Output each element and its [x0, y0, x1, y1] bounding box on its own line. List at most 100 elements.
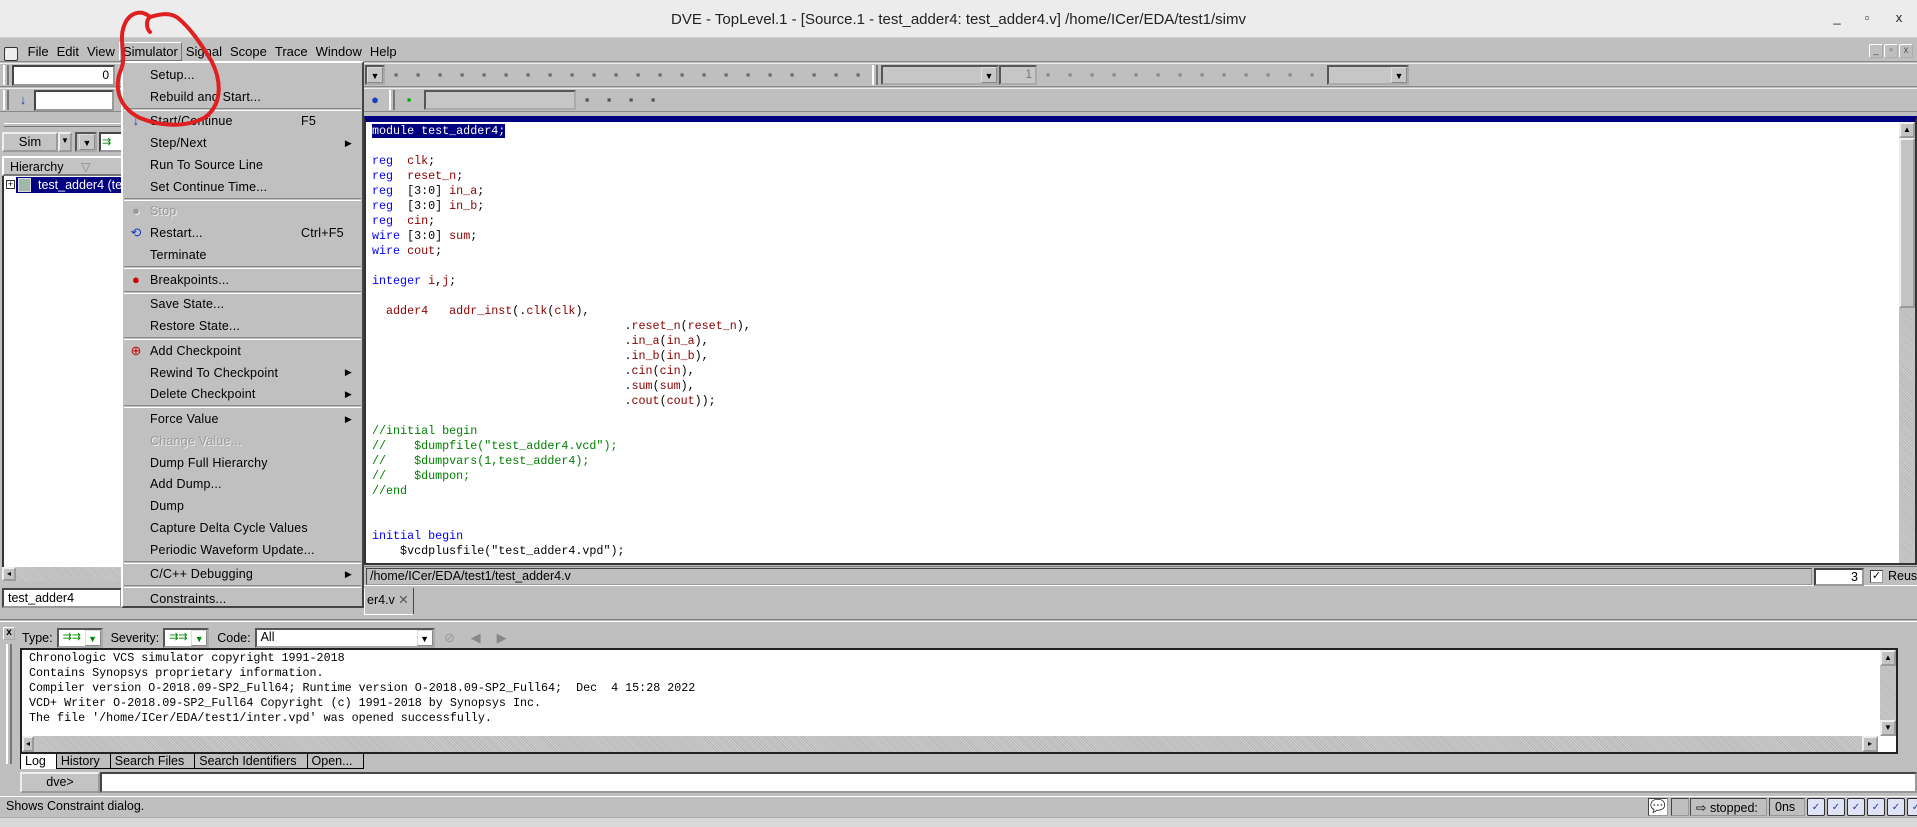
binoculars-next-icon[interactable]: ▪ [409, 66, 427, 84]
list-view-toggle-icon[interactable]: ✓ [1807, 798, 1825, 816]
upload-icon[interactable]: ▪ [541, 66, 559, 84]
tab-search-identifiers[interactable]: Search Identifiers [194, 754, 307, 769]
checkpoint-combo[interactable] [424, 90, 576, 110]
prev-marker-icon[interactable]: ▪ [1237, 66, 1255, 84]
scroll-left-icon[interactable]: ◂ [22, 736, 34, 752]
pane-splitter[interactable] [0, 619, 1917, 622]
source-code[interactable]: module test_adder4; reg clk; reg reset_n; r… [372, 124, 751, 559]
child-minimize-icon[interactable]: _ [1869, 44, 1883, 58]
reuse-checkbox[interactable]: ✓ [1870, 570, 1883, 583]
prev-message-icon[interactable]: ◀ [467, 629, 485, 647]
stop-marker-icon[interactable]: ▪ [1281, 66, 1299, 84]
code-combo[interactable]: All ▼ [254, 628, 435, 648]
zoom-fit-icon[interactable]: ▪ [1127, 66, 1145, 84]
type-combo[interactable]: ⇉⇉ ▼ [56, 628, 103, 648]
menu-item-periodic-waveform-update[interactable]: Periodic Waveform Update... [123, 539, 362, 561]
close-button[interactable]: x [1890, 10, 1908, 28]
prev-checkpoint-icon[interactable]: ▪ [578, 91, 596, 109]
scroll-up-icon[interactable]: ▲ [1880, 650, 1896, 666]
source-view[interactable]: module test_adder4; reg clk; reg reset_n; r… [364, 116, 1917, 565]
log-horizontal-scrollbar[interactable]: ◂ ▸ [22, 736, 1878, 752]
menu-item-dump-full-hierarchy[interactable]: Dump Full Hierarchy [123, 452, 362, 474]
hierarchy-view-icon[interactable]: ▪ [629, 66, 647, 84]
find-icon[interactable]: ▪ [805, 66, 823, 84]
grid-icon[interactable]: ▪ [1303, 66, 1321, 84]
tab-log[interactable]: Log [20, 754, 56, 769]
nand-gate-icon[interactable]: ▪ [453, 66, 471, 84]
list-view-icon[interactable]: ▪ [717, 66, 735, 84]
toolbar-handle[interactable] [872, 65, 878, 85]
trace-driver-icon[interactable]: ▪ [761, 66, 779, 84]
mux-icon[interactable]: ▪ [497, 66, 515, 84]
marker-icon[interactable]: ▪ [1215, 66, 1233, 84]
next-message-icon[interactable]: ▶ [493, 629, 511, 647]
log-vertical-scrollbar[interactable]: ▲ ▼ [1880, 650, 1896, 736]
menu-item-terminate[interactable]: Terminate [123, 244, 362, 266]
wave-toggle-icon[interactable]: ✓ [1867, 798, 1885, 816]
signal-combo[interactable]: ▼ [881, 65, 999, 85]
menu-item-save-state[interactable]: Save State... [123, 294, 362, 316]
log-view[interactable]: Chronologic VCS simulator copyright 1991… [20, 648, 1898, 754]
prev-edge-icon[interactable]: ▪ [827, 66, 845, 84]
scope-field[interactable]: test_adder4 [2, 588, 122, 608]
memory-icon[interactable]: ▪ [739, 66, 757, 84]
next-edge-icon[interactable]: ▪ [849, 66, 867, 84]
menu-item-c-c-debugging[interactable]: C/C++ Debugging ▶ [123, 564, 362, 586]
message-balloon-icon[interactable]: 💬 [1648, 798, 1668, 816]
path-toggle-icon[interactable]: ✓ [1847, 798, 1865, 816]
scroll-left-icon[interactable]: ◂ [2, 567, 16, 581]
scroll-down-icon[interactable]: ▼ [1880, 720, 1896, 736]
clear-log-icon[interactable]: ⊘ [441, 629, 459, 647]
console-handle[interactable] [6, 644, 12, 764]
zoom-in-icon[interactable]: ▪ [1061, 66, 1079, 84]
dve-prompt-button[interactable]: dve> [20, 772, 100, 793]
menu-item-dump[interactable]: Dump [123, 495, 362, 517]
menu-item-capture-delta-cycle-values[interactable]: Capture Delta Cycle Values [123, 517, 362, 539]
path-schematic-icon[interactable]: ▪ [673, 66, 691, 84]
menu-item-add-checkpoint[interactable]: ⊕ Add Checkpoint [123, 340, 362, 362]
source-doc-icon[interactable]: ▪ [519, 66, 537, 84]
menu-item-constraints[interactable]: Constraints... [123, 588, 362, 610]
schematic-icon[interactable]: ▪ [651, 66, 669, 84]
wave-icon[interactable]: ▪ [695, 66, 713, 84]
and-gate-icon[interactable]: ▪ [431, 66, 449, 84]
menu-item-delete-checkpoint[interactable]: Delete Checkpoint ▶ [123, 384, 362, 406]
menu-item-force-value[interactable]: Force Value ▶ [123, 408, 362, 430]
menu-item-restore-state[interactable]: Restore State... [123, 315, 362, 337]
console-close-icon[interactable]: x [3, 627, 15, 640]
minimize-button[interactable]: _ [1828, 10, 1846, 28]
breakpoint-icon[interactable]: ▪ [622, 91, 640, 109]
refresh-icon[interactable]: ▪ [644, 91, 662, 109]
back-arrow-icon[interactable]: ▪ [585, 66, 603, 84]
source-tab[interactable]: er4.v ✕ [364, 588, 414, 615]
trace-load-icon[interactable]: ▪ [783, 66, 801, 84]
zoom-prev-icon[interactable]: ▪ [1171, 66, 1189, 84]
menu-item-add-dump[interactable]: Add Dump... [123, 474, 362, 496]
child-restore-icon[interactable]: ▫ [1884, 44, 1898, 58]
pan-icon[interactable]: ▪ [1105, 66, 1123, 84]
close-tab-icon[interactable]: ✕ [398, 593, 408, 607]
menu-item-restart[interactable]: ⟲ Restart... Ctrl+F5 [123, 222, 362, 244]
data-toggle-icon[interactable]: ✓ [1907, 798, 1917, 816]
expand-icon[interactable]: + [6, 180, 15, 189]
xor-gate-icon[interactable]: ▪ [475, 66, 493, 84]
cursor-icon[interactable]: ▪ [1039, 66, 1057, 84]
menu-item-run-to-source-line[interactable]: Run To Source Line [123, 154, 362, 176]
vertical-scrollbar[interactable]: ▲ [1899, 122, 1915, 563]
menu-item-set-continue-time[interactable]: Set Continue Time... [123, 176, 362, 198]
zoom-combo[interactable]: ▼ [1327, 65, 1409, 85]
tab-search-files[interactable]: Search Files [109, 754, 195, 769]
menu-item-breakpoints[interactable]: ● Breakpoints... [123, 269, 362, 291]
zoom-full-icon[interactable]: ▪ [1149, 66, 1167, 84]
window-number-field[interactable]: 3 [1814, 568, 1864, 586]
scroll-thumb[interactable] [1899, 138, 1915, 308]
zoom-field[interactable]: 1 [999, 65, 1037, 85]
menu-item-rewind-to-checkpoint[interactable]: Rewind To Checkpoint ▶ [123, 362, 362, 384]
zoom-out-icon[interactable]: ▪ [1083, 66, 1101, 84]
download-icon[interactable]: ▪ [563, 66, 581, 84]
maximize-button[interactable]: ▫ [1858, 10, 1876, 28]
severity-combo[interactable]: ⇉⇉ ▼ [163, 628, 210, 648]
tab-open[interactable]: Open... [306, 754, 364, 769]
zoom-next-icon[interactable]: ▪ [1193, 66, 1211, 84]
add-checkpoint-icon[interactable]: ▪ [400, 91, 418, 109]
